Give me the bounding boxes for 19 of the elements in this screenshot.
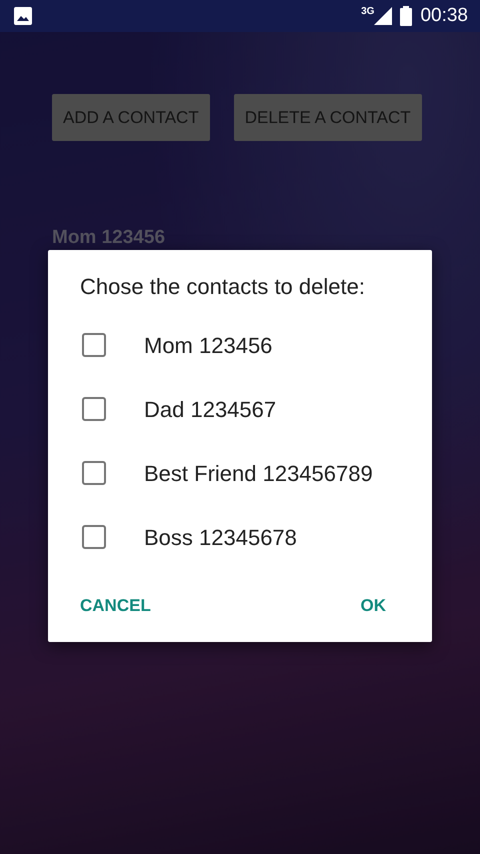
contact-entry: Mom 123456: [52, 227, 166, 249]
action-button[interactable]: ADD A CONTACT: [52, 94, 210, 141]
clock-time: 00:38: [420, 4, 468, 28]
dialog-title: Chose the contacts to delete:: [79, 273, 366, 301]
image-icon: [14, 7, 32, 25]
checkbox[interactable]: [82, 461, 106, 485]
action-button[interactable]: DELETE A CONTACT: [234, 94, 422, 141]
option-label: Boss 12345678: [144, 524, 297, 552]
dialog-button[interactable]: OK: [360, 584, 386, 626]
signal-icon: [374, 7, 392, 25]
option-label: Best Friend 123456789: [144, 460, 373, 488]
dialog-button[interactable]: CANCEL: [80, 584, 151, 626]
battery-icon: [400, 6, 412, 26]
network-type: 3G: [361, 7, 374, 17]
option-label: Dad 1234567: [144, 396, 276, 424]
checkbox[interactable]: [82, 397, 106, 421]
option-label: Mom 123456: [144, 332, 272, 360]
checkbox[interactable]: [82, 333, 106, 357]
checkbox[interactable]: [82, 525, 106, 549]
